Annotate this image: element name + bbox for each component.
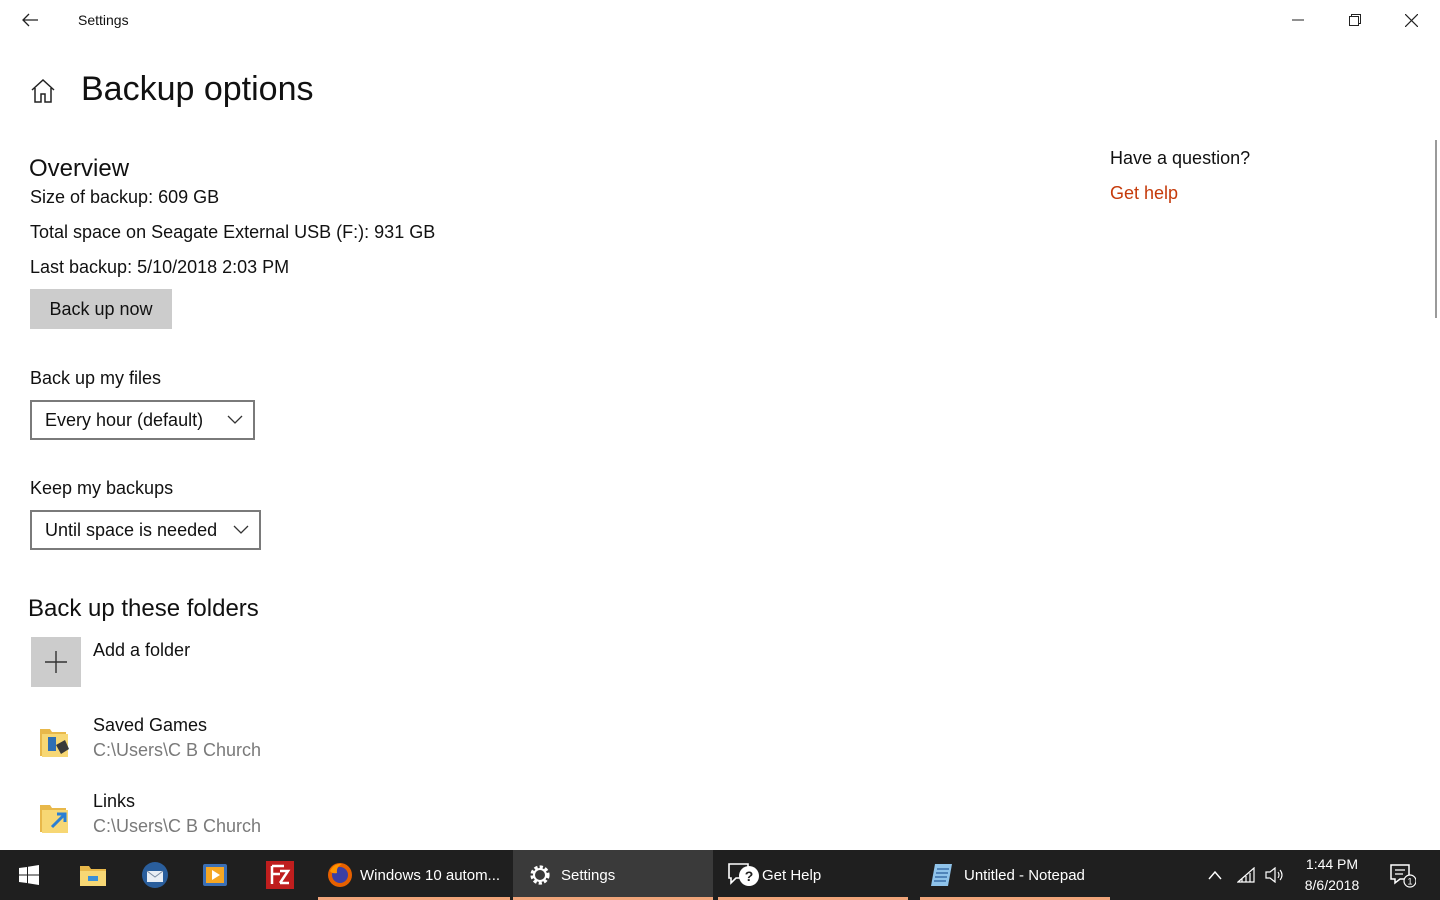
filezilla-icon <box>266 861 294 889</box>
links-folder-icon <box>38 799 72 835</box>
chevron-down-icon <box>233 525 249 534</box>
wifi-icon <box>1237 867 1255 883</box>
folder-path: C:\Users\C B Church <box>93 816 262 836</box>
back-arrow-icon <box>22 13 38 27</box>
taskbar-app-firefox[interactable]: Windows 10 autom... <box>318 850 510 900</box>
clock-time: 1:44 PM <box>1305 856 1359 872</box>
svg-text:?: ? <box>745 868 754 884</box>
system-clock[interactable]: 1:44 PM 8/6/2018 <box>1296 854 1368 896</box>
scrollbar[interactable] <box>1435 140 1437 318</box>
get-help-icon: ? <box>728 863 759 886</box>
folder-name: Links <box>93 791 136 811</box>
frequency-selected-value: Every hour (default) <box>45 409 204 430</box>
taskbar-app-label: Untitled - Notepad <box>964 866 1085 884</box>
file-explorer-button[interactable] <box>68 850 118 900</box>
close-button[interactable] <box>1383 0 1440 40</box>
taskbar-app-label: Windows 10 autom... <box>360 866 501 884</box>
total-space-text: Total space on Seagate External USB (F:)… <box>30 222 436 242</box>
retention-selected-value: Until space is needed <box>45 519 218 540</box>
retention-dropdown[interactable]: Until space is needed <box>30 510 261 550</box>
file-explorer-icon <box>80 866 106 886</box>
retention-label: Keep my backups <box>30 478 174 498</box>
show-hidden-icons-button[interactable] <box>1200 850 1230 900</box>
notification-icon: 1 <box>1390 864 1416 888</box>
chevron-down-icon <box>227 415 243 424</box>
taskbar-app-notepad[interactable]: Untitled - Notepad <box>920 850 1110 900</box>
notification-count: 1 <box>1407 877 1412 887</box>
volume-button[interactable] <box>1260 850 1288 900</box>
taskbar: Windows 10 autom... Settings ? Get Help … <box>0 850 1440 900</box>
network-button[interactable] <box>1232 850 1260 900</box>
folder-item-links[interactable]: Links C:\Users\C B Church <box>30 791 430 847</box>
help-question: Have a question? <box>1110 148 1251 168</box>
folder-path: C:\Users\C B Church <box>93 740 262 760</box>
frequency-dropdown[interactable]: Every hour (default) <box>30 400 255 440</box>
title-bar: Settings <box>0 0 1440 40</box>
media-player-icon <box>203 864 227 886</box>
add-folder-label[interactable]: Add a folder <box>93 640 190 661</box>
home-icon[interactable] <box>30 78 58 106</box>
saved-games-folder-icon <box>38 723 72 759</box>
get-help-link[interactable]: Get help <box>1110 183 1178 204</box>
folder-item-saved-games[interactable]: Saved Games C:\Users\C B Church <box>30 715 430 771</box>
start-button[interactable] <box>0 850 58 900</box>
notepad-icon <box>931 864 952 886</box>
page-title: Backup options <box>81 70 314 108</box>
taskbar-app-label: Get Help <box>762 866 822 884</box>
window-title: Settings <box>78 12 129 28</box>
back-button[interactable] <box>14 6 46 34</box>
add-folder-button[interactable] <box>31 637 81 687</box>
speaker-icon <box>1265 867 1283 883</box>
thunderbird-icon <box>142 862 168 888</box>
firefox-icon <box>328 863 352 887</box>
folder-name: Saved Games <box>93 715 208 735</box>
folders-heading: Back up these folders <box>28 595 259 622</box>
clock-date: 8/6/2018 <box>1304 877 1360 893</box>
thunderbird-button[interactable] <box>130 850 180 900</box>
taskbar-app-get-help[interactable]: ? Get Help <box>718 850 908 900</box>
chevron-up-icon <box>1208 870 1222 880</box>
backup-size-text: Size of backup: 609 GB <box>30 187 220 207</box>
minimize-icon <box>1291 19 1304 21</box>
media-player-button[interactable] <box>190 850 240 900</box>
action-center-button[interactable]: 1 <box>1384 850 1420 900</box>
last-backup-text: Last backup: 5/10/2018 2:03 PM <box>30 257 290 277</box>
back-up-now-button[interactable]: Back up now <box>30 289 172 329</box>
restore-icon <box>1348 14 1361 26</box>
filezilla-button[interactable] <box>255 850 305 900</box>
minimize-button[interactable] <box>1269 0 1326 40</box>
windows-logo-icon <box>19 865 39 885</box>
taskbar-app-label: Settings <box>561 866 616 884</box>
plus-icon <box>45 651 67 673</box>
frequency-label: Back up my files <box>30 368 162 388</box>
close-icon <box>1405 13 1418 27</box>
gear-icon <box>530 865 550 885</box>
taskbar-app-settings[interactable]: Settings <box>513 850 713 900</box>
restore-button[interactable] <box>1326 0 1383 40</box>
overview-heading: Overview <box>29 155 130 182</box>
